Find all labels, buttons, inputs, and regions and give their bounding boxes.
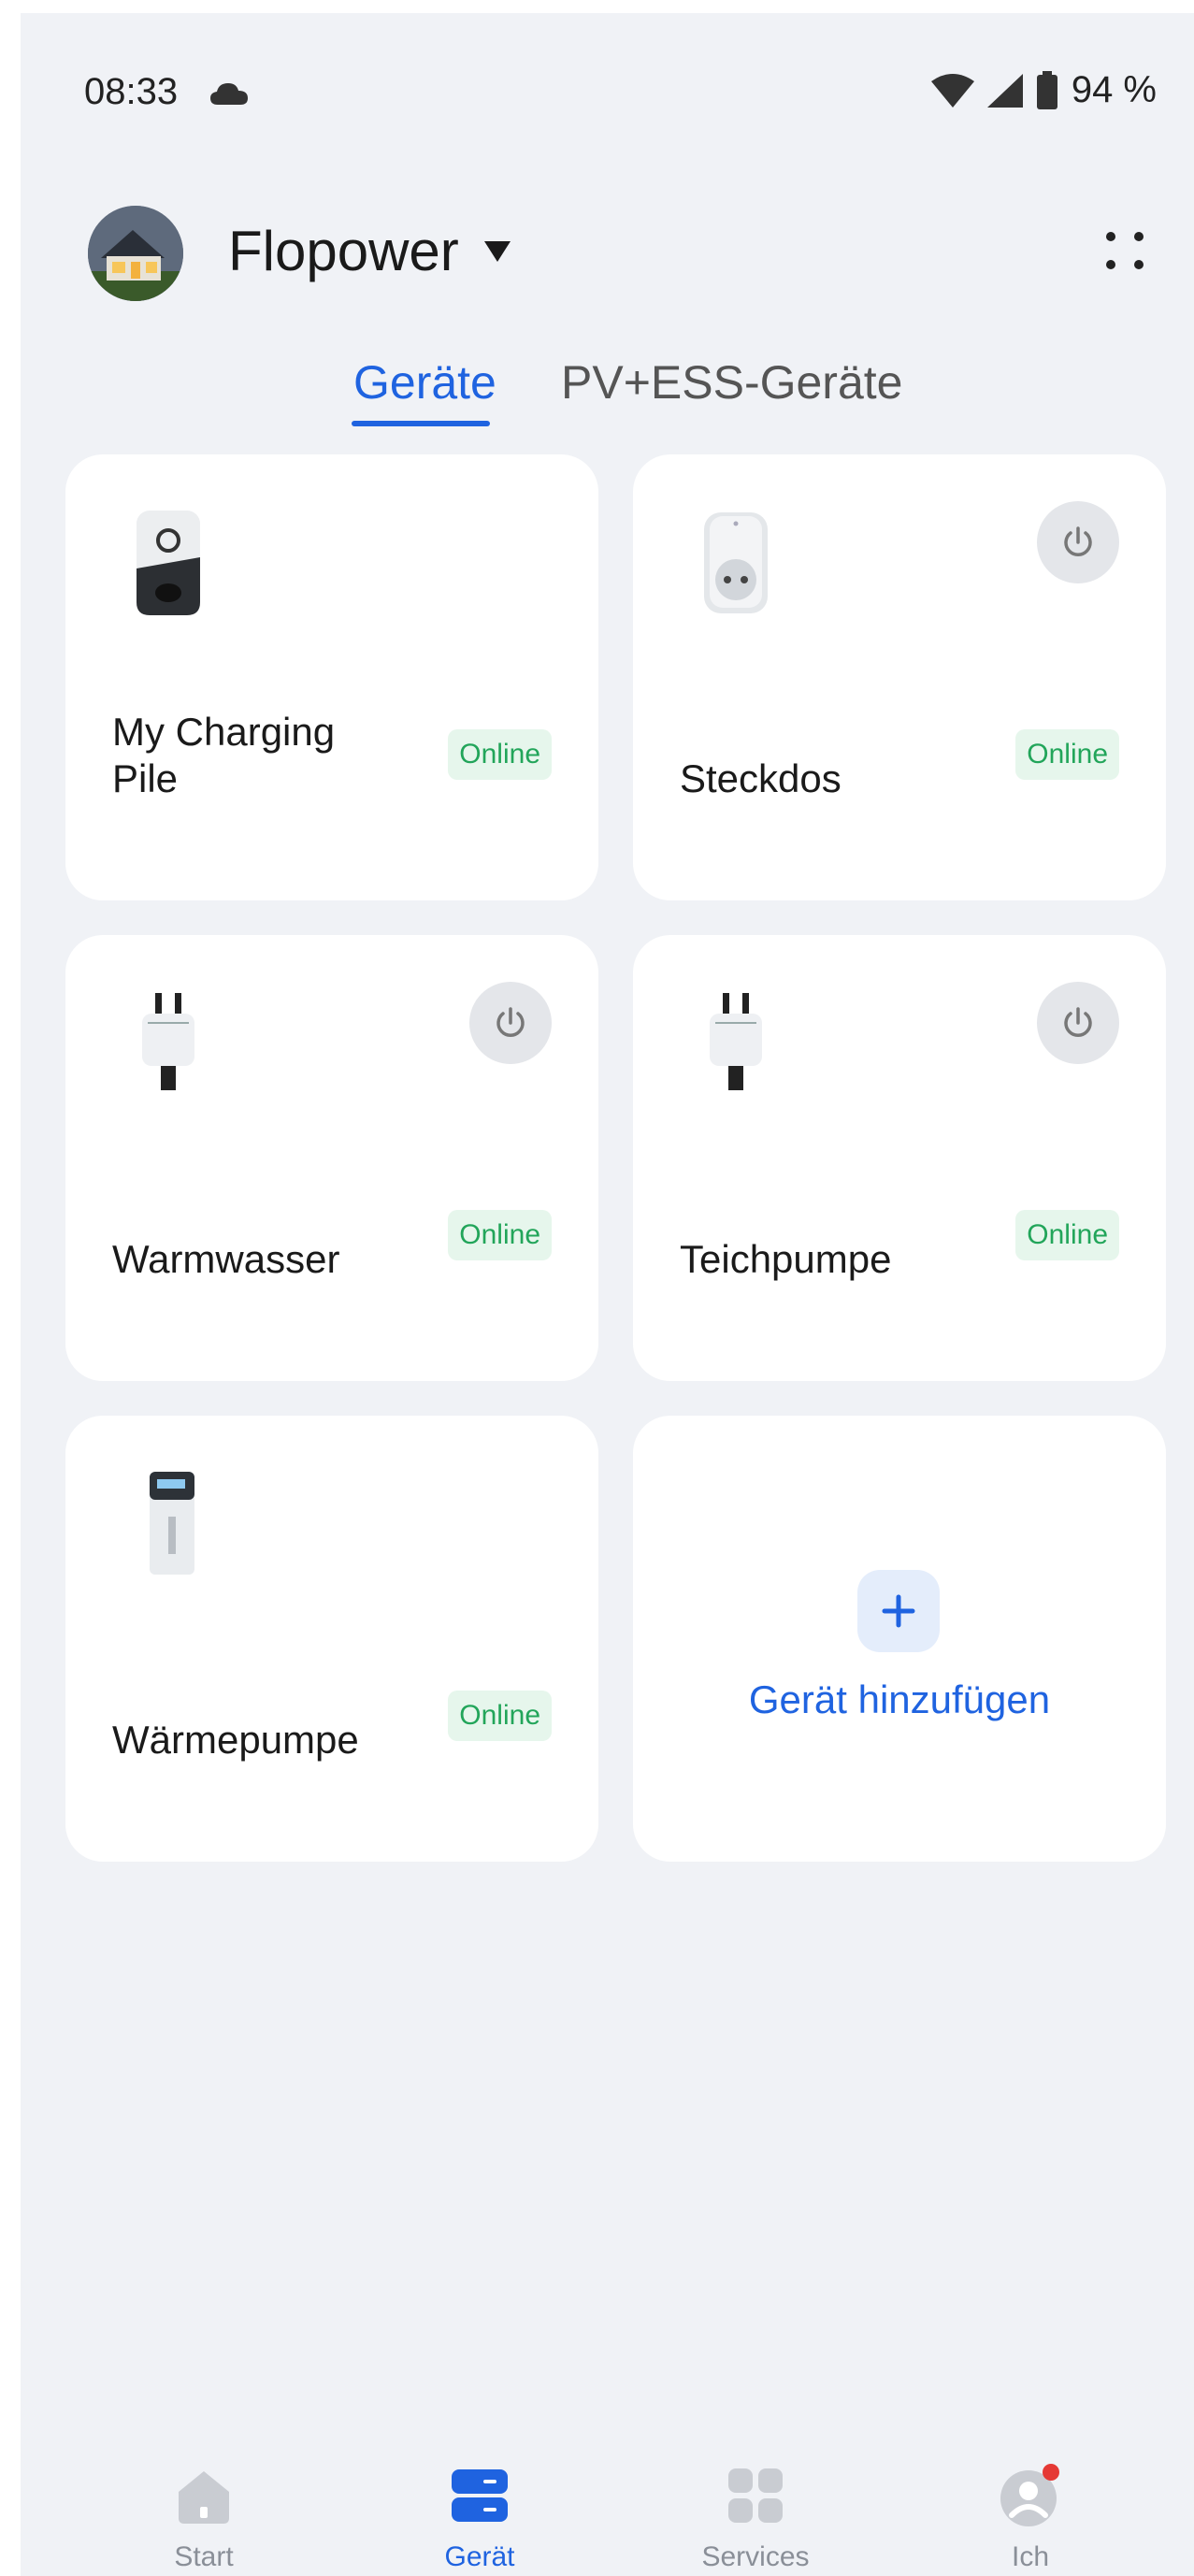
tab-devices[interactable]: Geräte — [353, 355, 496, 410]
nav-services[interactable]: Services — [662, 2463, 849, 2573]
more-dots-icon[interactable] — [1097, 223, 1153, 279]
add-device-content: Gerät hinzufügen — [633, 1416, 1166, 1862]
notification-dot — [1043, 2464, 1059, 2481]
tab-pv-ess-devices[interactable]: PV+ESS-Geräte — [561, 355, 902, 410]
nav-ich[interactable]: Ich — [937, 2463, 1124, 2573]
smart-plug-icon — [142, 993, 194, 1090]
add-device-label[interactable]: Gerät hinzufügen — [633, 1677, 1166, 1722]
power-icon — [1064, 526, 1092, 556]
device-card-steckdos[interactable]: Steckdos Online — [633, 454, 1166, 900]
battery-level: 94 % — [1071, 69, 1157, 110]
status-badge: Online — [448, 729, 552, 780]
house-icon — [88, 206, 183, 301]
status-badge: Online — [448, 1210, 552, 1260]
power-icon — [1064, 1007, 1092, 1037]
house-photo-avatar[interactable] — [88, 206, 183, 301]
chevron-down-icon[interactable] — [482, 239, 512, 264]
status-icons: 94 % — [929, 69, 1157, 111]
status-badge: Online — [448, 1691, 552, 1741]
app-header: Flopower — [21, 191, 1194, 322]
bottom-navigation: Start Gerät Services Ich — [21, 2444, 1194, 2576]
charging-pile-icon — [137, 511, 200, 615]
plus-icon — [882, 1594, 915, 1628]
nav-label: Start — [174, 2541, 234, 2572]
power-toggle-button[interactable] — [469, 982, 552, 1064]
heat-pump-icon — [150, 1472, 194, 1575]
active-tab-indicator — [352, 421, 490, 426]
status-badge: Online — [1015, 1210, 1119, 1260]
power-toggle-button[interactable] — [1037, 982, 1119, 1064]
device-name: Teichpumpe — [680, 1237, 892, 1281]
device-card-warmwasser[interactable]: Warmwasser Online — [65, 935, 598, 1381]
nav-label: Gerät — [444, 2541, 515, 2572]
nav-geraet[interactable]: Gerät — [386, 2463, 573, 2573]
device-name: Steckdos — [680, 756, 842, 800]
add-device-card[interactable]: Gerät hinzufügen — [633, 1416, 1166, 1862]
home-name[interactable]: Flopower — [228, 219, 459, 283]
device-card-waermepumpe[interactable]: Wärmepumpe Online — [65, 1416, 598, 1862]
cell-signal-icon — [986, 73, 1023, 108]
app-screen: 08:33 94 % Flopower Geräte PV+ESS-Geräte… — [21, 13, 1194, 2576]
status-time: 08:33 — [84, 71, 179, 112]
cloud-icon — [210, 83, 248, 105]
nav-label: Ich — [1011, 2541, 1050, 2572]
device-name: My Charging Pile — [112, 710, 336, 800]
status-bar: 08:33 94 % — [21, 62, 1194, 129]
wifi-icon — [930, 73, 974, 108]
power-icon — [496, 1007, 525, 1037]
device-card-teichpumpe[interactable]: Teichpumpe Online — [633, 935, 1166, 1381]
profile-icon — [1000, 2464, 1059, 2526]
device-name: Wärmepumpe — [112, 1718, 359, 1762]
battery-icon — [1036, 70, 1057, 109]
device-name: Warmwasser — [112, 1237, 340, 1281]
status-badge: Online — [1015, 729, 1119, 780]
device-card-charging-pile[interactable]: My Charging Pile Online — [65, 454, 598, 900]
device-icon — [452, 2469, 508, 2522]
services-grid-icon — [728, 2468, 783, 2523]
smart-socket-icon — [704, 512, 768, 613]
add-device-button[interactable] — [857, 1570, 940, 1652]
nav-label: Services — [701, 2541, 810, 2572]
nav-start[interactable]: Start — [110, 2463, 297, 2573]
device-tabs: Geräte PV+ESS-Geräte — [21, 348, 1194, 432]
power-toggle-button[interactable] — [1037, 501, 1119, 583]
smart-plug-icon — [710, 993, 762, 1090]
home-icon — [179, 2471, 229, 2524]
